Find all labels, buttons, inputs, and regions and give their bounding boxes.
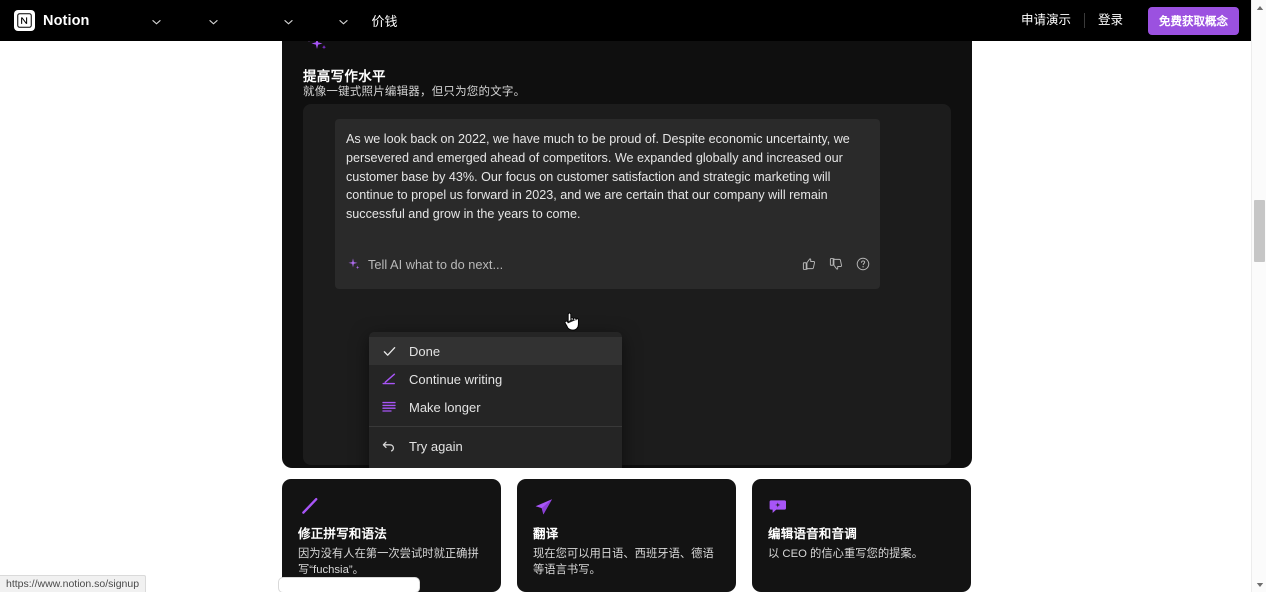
check-icon	[381, 346, 397, 357]
chevron-down-icon	[208, 13, 218, 28]
menu-item-try-again[interactable]: Try again	[369, 432, 622, 460]
nav-item-3[interactable]	[228, 0, 303, 41]
page-root: Notion 价钱 申请演示 登录 免费获取概念 提高写作水平 就像一键式照片编…	[0, 0, 1266, 592]
undo-icon	[381, 440, 397, 452]
menu-item-discard[interactable]: Discard	[369, 460, 622, 469]
help-circle-icon[interactable]	[856, 257, 870, 271]
feedback-icon-group	[802, 257, 870, 271]
ai-output-block: As we look back on 2022, we have much to…	[335, 119, 880, 289]
menu-item-discard-label: Discard	[409, 467, 453, 469]
pen-icon	[381, 373, 397, 385]
feature-card-voice-tone-desc: 以 CEO 的信心重写您的提案。	[768, 548, 924, 560]
menu-item-continue-writing[interactable]: Continue writing	[369, 365, 622, 393]
nav-item-pricing-label: 价钱	[371, 14, 398, 29]
panel-title: 提高写作水平	[303, 69, 386, 84]
chat-sparkle-icon	[768, 500, 790, 522]
brand-name: Notion	[43, 12, 90, 29]
get-notion-free-button[interactable]: 免费获取概念	[1148, 6, 1239, 35]
ai-demo-card: As we look back on 2022, we have much to…	[303, 104, 951, 468]
feature-card-spelling[interactable]: 修正拼写和语法 因为没有人在第一次尝试时就正确拼写“fuchsia”。	[282, 479, 501, 592]
feature-card-voice-tone-title: 编辑语音和音调	[768, 527, 857, 541]
panel-subtitle: 就像一键式照片编辑器，但只为您的文字。	[303, 86, 526, 98]
pen-icon	[298, 498, 320, 522]
nav-item-2[interactable]	[171, 0, 228, 41]
notion-logo-icon	[14, 10, 35, 31]
feature-card-translate-desc: 现在您可以用日语、西班牙语、德语等语言书写。	[533, 548, 714, 576]
menu-item-try-again-label: Try again	[409, 438, 463, 454]
feature-cards: 修正拼写和语法 因为没有人在第一次尝试时就正确拼写“fuchsia”。 翻译 现…	[282, 479, 972, 592]
scrollbar-thumb[interactable]	[1254, 200, 1265, 262]
paper-plane-icon	[533, 499, 555, 522]
ai-prompt-placeholder: Tell AI what to do next...	[368, 256, 504, 272]
feature-card-translate-title: 翻译	[533, 527, 559, 541]
feature-card-translate[interactable]: 翻译 现在您可以用日语、西班牙语、德语等语言书写。	[517, 479, 736, 592]
feature-card-spelling-desc: 因为没有人在第一次尝试时就正确拼写“fuchsia”。	[298, 548, 479, 576]
feature-card-spelling-title: 修正拼写和语法	[298, 527, 387, 541]
scroll-down-arrow-icon[interactable]	[1252, 577, 1266, 592]
ai-actions-menu: Done Continue writing Make longer Try ag…	[369, 332, 622, 468]
menu-divider	[369, 426, 622, 427]
status-bar-url: https://www.notion.so/signup	[6, 578, 140, 590]
lines-icon	[381, 401, 397, 413]
menu-item-done[interactable]: Done	[369, 337, 622, 365]
chevron-down-icon	[151, 13, 161, 28]
scroll-up-arrow-icon[interactable]	[1252, 0, 1266, 15]
nav-menu: 价钱	[134, 0, 408, 41]
partial-popup-overlay	[278, 577, 420, 592]
menu-item-make-longer[interactable]: Make longer	[369, 393, 622, 421]
thumbs-up-icon[interactable]	[802, 257, 816, 271]
trash-icon	[381, 468, 397, 469]
page-scrollbar[interactable]	[1251, 0, 1266, 592]
login-link[interactable]: 登录	[1085, 0, 1136, 41]
menu-item-make-longer-label: Make longer	[409, 399, 481, 415]
menu-item-continue-writing-label: Continue writing	[409, 371, 503, 387]
chevron-down-icon	[283, 13, 293, 28]
ai-prompt-input[interactable]: Tell AI what to do next...	[346, 249, 870, 279]
thumbs-down-icon[interactable]	[829, 257, 843, 271]
menu-item-done-label: Done	[409, 343, 441, 359]
ai-feature-panel: 提高写作水平 就像一键式照片编辑器，但只为您的文字。 As we look ba…	[282, 41, 972, 468]
nav-item-1[interactable]	[134, 0, 171, 41]
top-navigation-bar: Notion 价钱 申请演示 登录 免费获取概念	[0, 0, 1251, 41]
mouse-cursor	[562, 310, 582, 334]
nav-item-pricing[interactable]: 价钱	[358, 0, 408, 41]
ai-sparkle-icon	[346, 257, 360, 271]
chevron-down-icon	[338, 13, 348, 28]
nav-item-4[interactable]	[303, 0, 358, 41]
feature-card-voice-tone[interactable]: 编辑语音和音调 以 CEO 的信心重写您的提案。	[752, 479, 971, 592]
browser-status-bar: https://www.notion.so/signup	[0, 575, 147, 592]
request-demo-link[interactable]: 申请演示	[1008, 0, 1084, 41]
ai-sparkle-icon	[303, 41, 331, 58]
ai-output-text: As we look back on 2022, we have much to…	[346, 132, 850, 222]
nav-actions: 申请演示 登录 免费获取概念	[1008, 0, 1251, 41]
brand-logo-link[interactable]: Notion	[14, 10, 90, 31]
